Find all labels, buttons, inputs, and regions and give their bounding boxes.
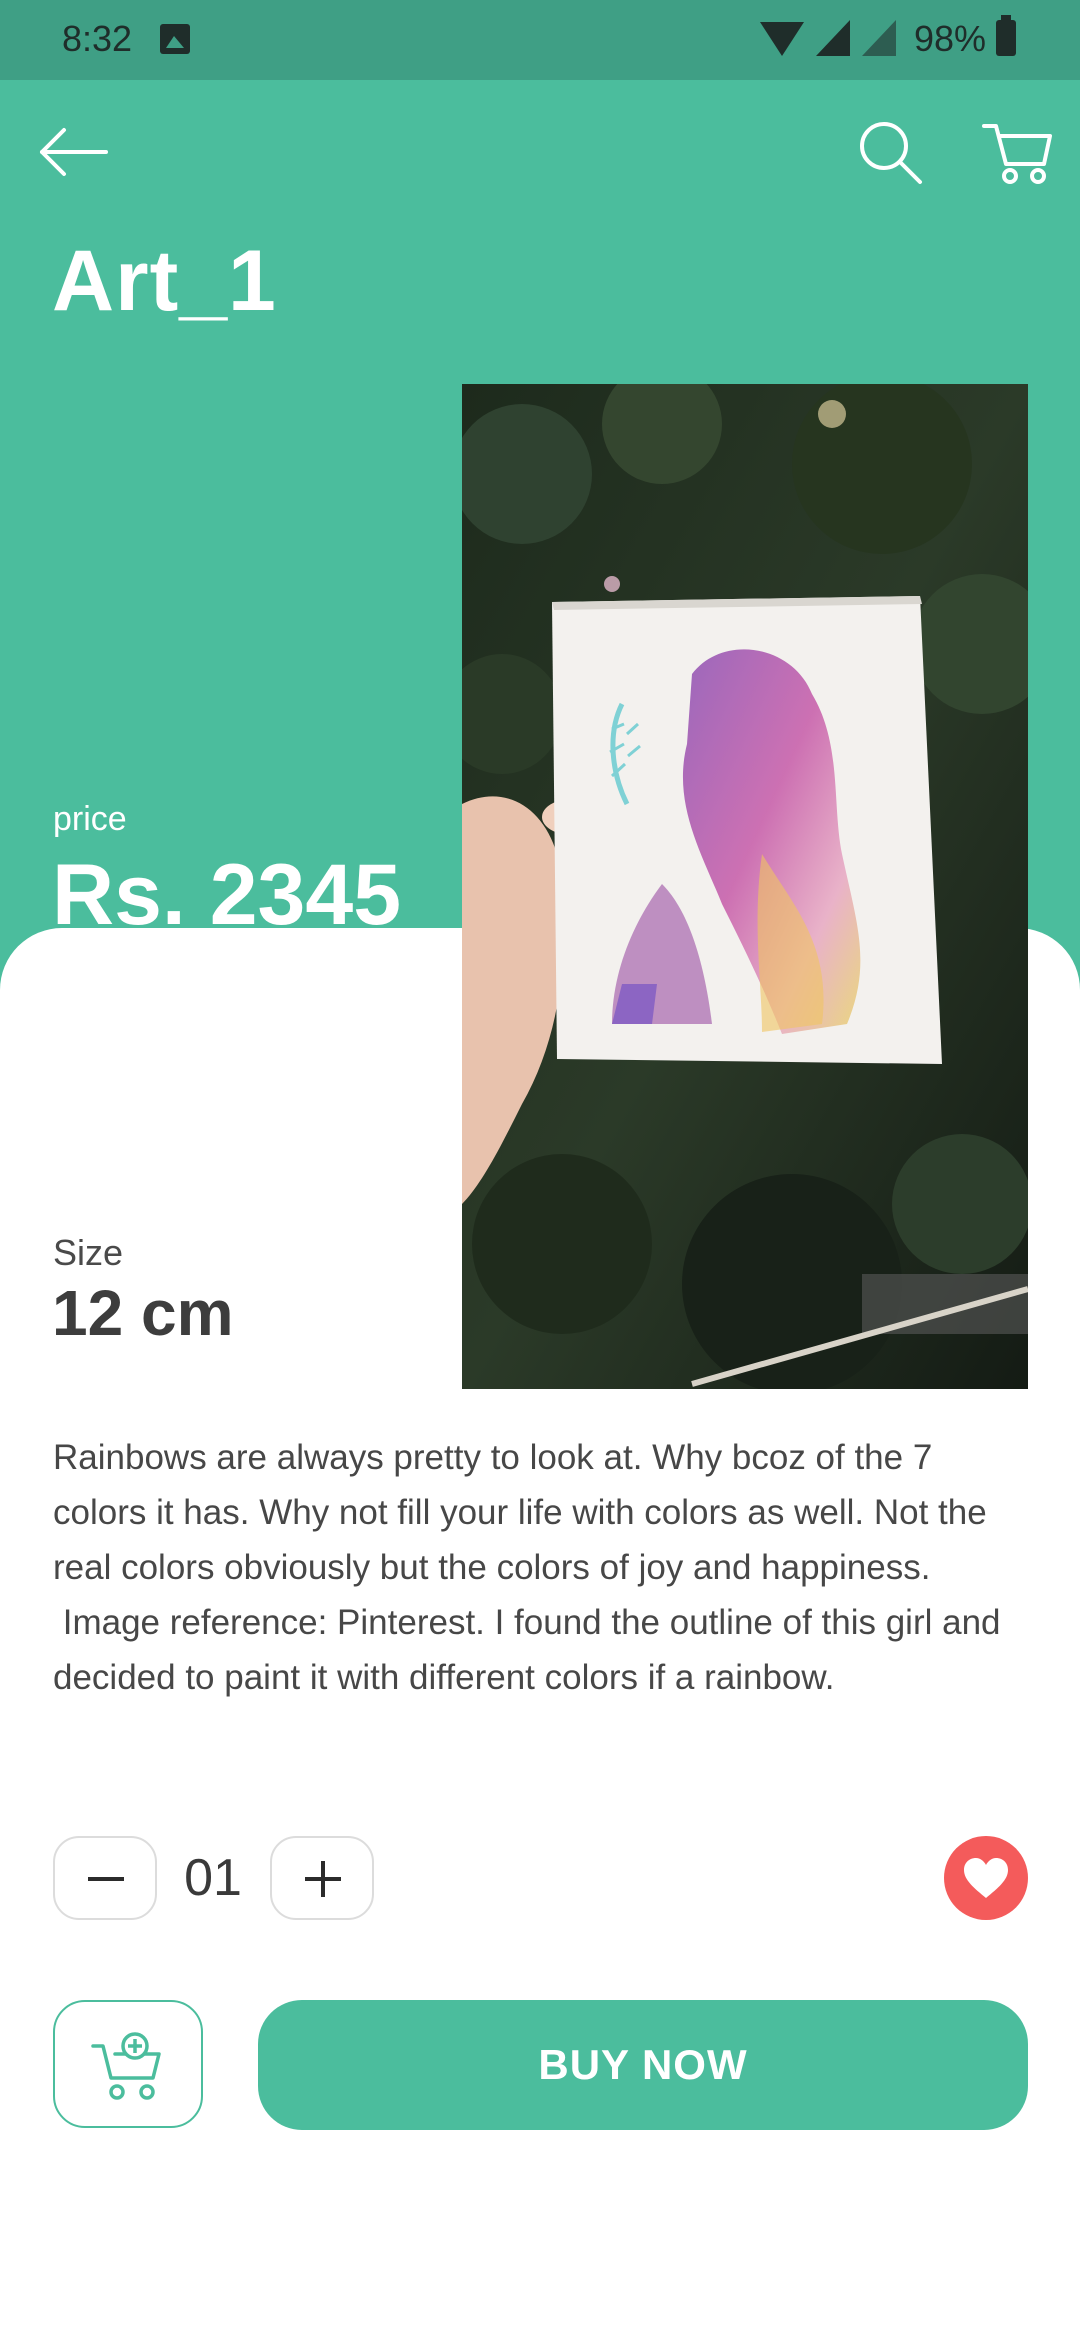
price-label: price bbox=[53, 800, 127, 838]
size-value: 12 cm bbox=[52, 1277, 234, 1349]
favorite-button[interactable] bbox=[944, 1836, 1028, 1920]
product-detail-screen: 8:32 98% Art_1 price Rs. 2345 Size 12 cm… bbox=[0, 0, 1080, 2340]
signal-icon bbox=[816, 20, 850, 56]
search-icon bbox=[860, 122, 922, 184]
artwork-photo bbox=[462, 384, 1028, 1389]
battery-icon bbox=[996, 15, 1016, 56]
status-bar: 8:32 98% bbox=[0, 0, 1080, 80]
gallery-icon bbox=[160, 24, 190, 54]
product-image bbox=[462, 384, 1028, 1389]
cart-icon bbox=[982, 124, 1052, 184]
add-to-cart-button[interactable] bbox=[53, 2000, 203, 2128]
battery-percentage: 98% bbox=[914, 18, 987, 59]
size-label: Size bbox=[53, 1232, 124, 1273]
cart-plus-icon bbox=[91, 2032, 161, 2100]
quantity-decrease-button[interactable] bbox=[53, 1836, 157, 1920]
heart-icon bbox=[964, 1858, 1008, 1898]
search-button[interactable] bbox=[850, 112, 930, 192]
product-title: Art_1 bbox=[52, 233, 277, 329]
product-description: Rainbows are always pretty to look at. W… bbox=[53, 1438, 1001, 1697]
buy-now-button[interactable]: BUY NOW bbox=[258, 2000, 1028, 2130]
arrow-back-icon bbox=[40, 128, 108, 176]
quantity-increase-button[interactable] bbox=[270, 1836, 374, 1920]
status-time: 8:32 bbox=[62, 18, 133, 59]
wifi-icon bbox=[760, 22, 804, 56]
cart-button[interactable] bbox=[978, 112, 1058, 192]
quantity-value: 01 bbox=[184, 1849, 242, 1907]
back-button[interactable] bbox=[34, 112, 114, 192]
signal-icon-secondary bbox=[862, 20, 896, 56]
